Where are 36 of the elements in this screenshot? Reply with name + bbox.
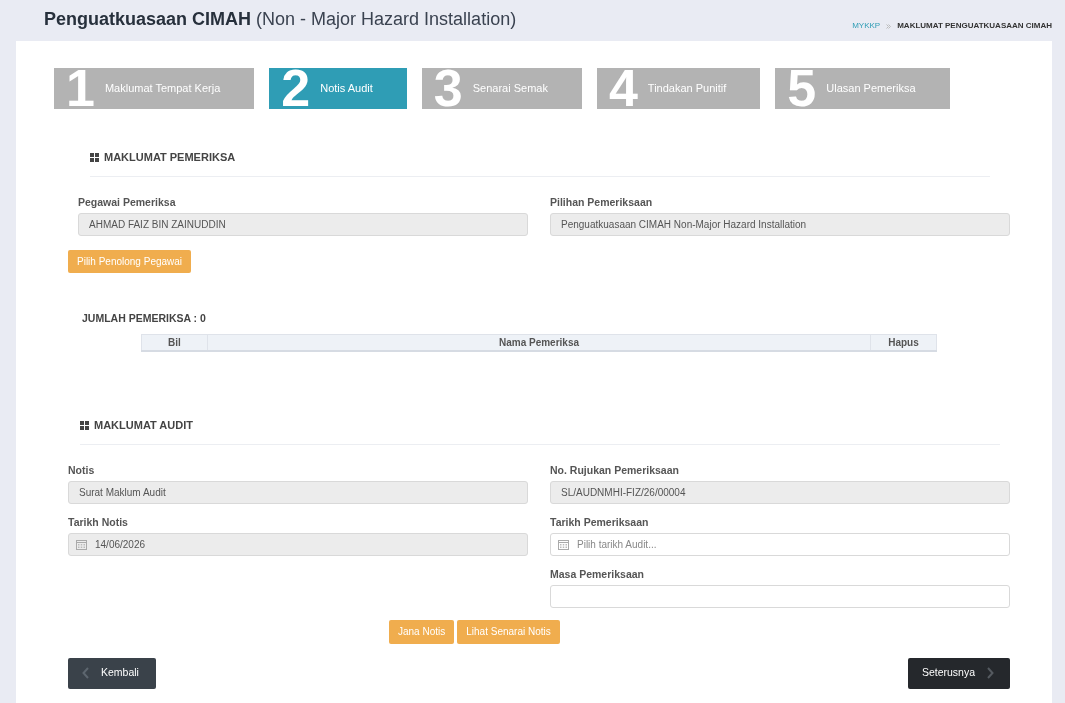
field-label: Tarikh Notis — [68, 515, 129, 529]
calendar-icon — [558, 538, 569, 550]
field-label: Pilihan Pemeriksaan — [550, 196, 654, 209]
page-title: Penguatkuasaan CIMAH — [44, 8, 252, 31]
column-header: Hapus — [870, 334, 937, 351]
input-field[interactable] — [550, 584, 1010, 608]
breadcrumb-link[interactable]: MYKKP — [852, 20, 881, 32]
input-field[interactable]: Penguatkuasaan CIMAH Non-Major Hazard Installation — [550, 213, 1010, 236]
column-header: Nama Pemeriksa — [207, 334, 871, 351]
back-button[interactable]: Kembali — [68, 657, 156, 689]
inspector-count: JUMLAH PEMERIKSA : 0 — [82, 312, 206, 325]
section-heading: MAKLUMAT AUDIT — [94, 418, 193, 432]
section-heading: MAKLUMAT PEMERIKSA — [104, 151, 236, 164]
page-subtitle: (Non - Major Hazard Installation) — [256, 8, 517, 31]
breadcrumb-current: MAKLUMAT PENGUATKUASAAN CIMAH — [897, 20, 1052, 32]
grid-icon — [80, 420, 89, 430]
breadcrumb-separator-icon — [886, 23, 892, 29]
calendar-icon — [76, 538, 87, 550]
field-label: Tarikh Pemeriksaan — [550, 515, 650, 529]
date-field[interactable]: 14/06/2026 — [68, 532, 528, 556]
field-label: Notis — [68, 463, 96, 477]
chevron-right-icon — [987, 667, 994, 679]
field-label: No. Rujukan Pemeriksaan — [550, 463, 680, 477]
input-field[interactable]: Surat Maklum Audit — [68, 480, 528, 504]
field-label: Masa Pemeriksaan — [550, 567, 645, 581]
notice-button[interactable]: Lihat Senarai Notis — [457, 619, 560, 644]
grid-icon — [90, 153, 99, 162]
date-field[interactable]: Pilih tarikh Audit... — [550, 532, 1010, 556]
input-field[interactable]: AHMAD FAIZ BIN ZAINUDDIN — [78, 213, 528, 236]
notice-button[interactable]: Jana Notis — [389, 619, 455, 644]
input-field[interactable]: SL/AUDNMHI-FIZ/26/00004 — [550, 480, 1010, 504]
assistant-officer-button[interactable]: Pilih Penolong Pegawai — [68, 250, 192, 273]
chevron-left-icon — [82, 667, 89, 679]
field-label: Pegawai Pemeriksa — [78, 196, 177, 209]
column-header: Bil — [141, 334, 208, 351]
next-button[interactable]: Seterusnya — [907, 657, 1010, 689]
